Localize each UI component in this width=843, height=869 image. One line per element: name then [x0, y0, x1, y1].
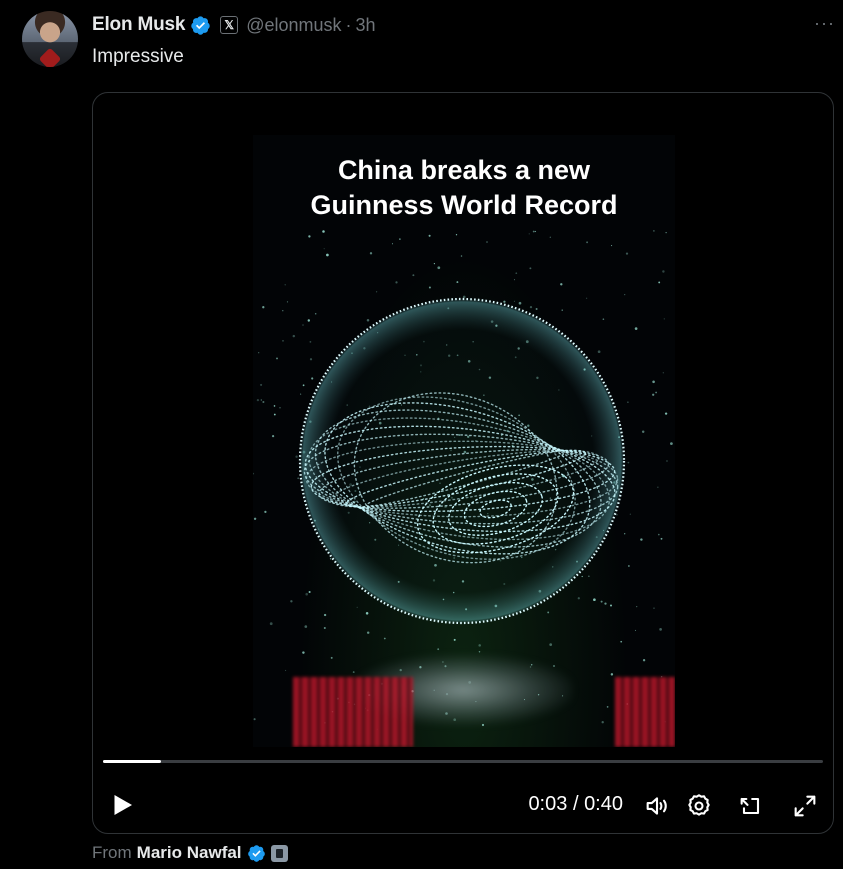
video-caption: China breaks a new Guinness World Record: [253, 153, 675, 223]
stadium-seats-right: [615, 677, 675, 747]
attribution-line: From Mario Nawfal: [92, 843, 288, 863]
duration: 0:40: [584, 793, 623, 815]
separator-dot: ·: [345, 14, 352, 35]
avatar-collar: [38, 47, 62, 67]
video-progress-bar[interactable]: [103, 760, 823, 763]
stadium-seats-left: [293, 677, 413, 747]
tweet-text: Impressive: [92, 46, 184, 67]
video-controls: 0:03 / 0:40: [93, 788, 833, 824]
author-handle[interactable]: @elonmusk: [246, 15, 341, 36]
play-icon[interactable]: [107, 790, 137, 820]
x-affiliate-badge: 𝕏: [220, 16, 239, 34]
author-name[interactable]: Elon Musk: [92, 14, 185, 36]
more-icon[interactable]: ···: [814, 14, 835, 32]
video-player[interactable]: China breaks a new Guinness World Record: [92, 92, 834, 834]
tweet-header: Elon Musk 𝕏 @elonmusk · 3h: [92, 12, 376, 38]
volume-icon[interactable]: [643, 792, 671, 820]
affiliate-badge-icon: [270, 844, 288, 862]
drone-sphere: [298, 297, 626, 625]
tweet: Elon Musk 𝕏 @elonmusk · 3h ··· Impressiv…: [0, 0, 843, 869]
avatar[interactable]: [22, 11, 78, 67]
current-time: 0:03: [528, 793, 568, 815]
fullscreen-icon[interactable]: [791, 792, 819, 820]
video-caption-line-2: Guinness World Record: [310, 190, 618, 220]
verified-badge-icon: [191, 15, 210, 35]
gear-icon[interactable]: [685, 792, 713, 820]
attribution-source-name[interactable]: Mario Nawfal: [137, 843, 242, 863]
video-caption-line-1: China breaks a new: [337, 155, 591, 185]
time-separator: /: [572, 793, 579, 815]
verified-badge-icon: [247, 844, 265, 862]
post-time[interactable]: 3h: [356, 15, 376, 36]
picture-in-picture-icon[interactable]: [737, 792, 765, 820]
video-frame[interactable]: China breaks a new Guinness World Record: [253, 135, 675, 747]
video-timecode: 0:03 / 0:40: [528, 793, 623, 816]
attribution-prefix: From: [92, 843, 132, 862]
video-progress-fill: [103, 760, 161, 763]
